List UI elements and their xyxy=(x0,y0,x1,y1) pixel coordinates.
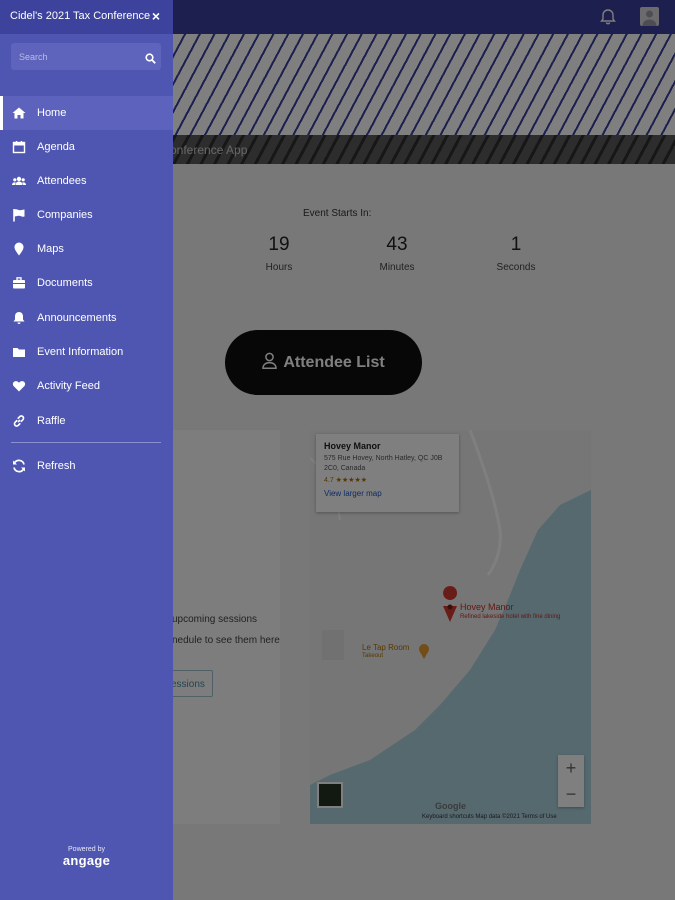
nav-divider xyxy=(11,442,161,443)
nav-item-companies[interactable]: Companies xyxy=(0,198,173,232)
nav-item-raffle[interactable]: Raffle xyxy=(0,404,173,438)
nav-item-label: Maps xyxy=(37,243,64,255)
nav-item-home[interactable]: Home xyxy=(0,96,173,130)
briefcase-icon xyxy=(12,276,26,290)
nav-item-documents[interactable]: Documents xyxy=(0,266,173,300)
nav-item-label: Activity Feed xyxy=(37,380,100,392)
calendar-icon xyxy=(12,140,26,154)
nav-item-label: Raffle xyxy=(37,415,66,427)
home-icon xyxy=(12,106,26,120)
link-icon xyxy=(12,414,26,428)
close-icon[interactable]: × xyxy=(149,8,163,24)
nav-item-label: Home xyxy=(37,107,67,119)
drawer-header: Cidel's 2021 Tax Conference × xyxy=(0,0,173,34)
powered-by-text: Powered by xyxy=(68,846,105,853)
nav-item-label: Documents xyxy=(37,277,93,289)
nav-item-activity-feed[interactable]: Activity Feed xyxy=(0,369,173,403)
angage-logo: angage xyxy=(62,853,111,868)
nav-item-label: Refresh xyxy=(37,460,76,472)
event-title: Cidel's 2021 Tax Conference xyxy=(10,10,151,22)
side-drawer: Cidel's 2021 Tax Conference × Home Agend… xyxy=(0,0,173,900)
refresh-icon xyxy=(12,459,26,473)
search-input[interactable] xyxy=(11,43,139,70)
search-box xyxy=(11,43,161,70)
users-icon xyxy=(12,174,26,188)
map-pin-icon xyxy=(12,242,26,256)
nav-item-announcements[interactable]: Announcements xyxy=(0,301,173,335)
nav-item-maps[interactable]: Maps xyxy=(0,232,173,266)
nav-item-label: Companies xyxy=(37,209,93,221)
nav-item-agenda[interactable]: Agenda xyxy=(0,130,173,164)
flag-icon xyxy=(12,208,26,222)
nav-item-refresh[interactable]: Refresh xyxy=(0,449,173,483)
folder-icon xyxy=(12,345,26,359)
search-icon[interactable] xyxy=(145,51,156,64)
nav-item-label: Announcements xyxy=(37,312,117,324)
nav-item-attendees[interactable]: Attendees xyxy=(0,164,173,198)
nav-item-label: Attendees xyxy=(37,175,87,187)
nav-item-label: Event Information xyxy=(37,346,124,358)
heart-icon xyxy=(12,379,26,393)
nav-item-label: Agenda xyxy=(37,141,75,153)
nav-item-event-information[interactable]: Event Information xyxy=(0,335,173,369)
bell-icon xyxy=(12,311,26,325)
